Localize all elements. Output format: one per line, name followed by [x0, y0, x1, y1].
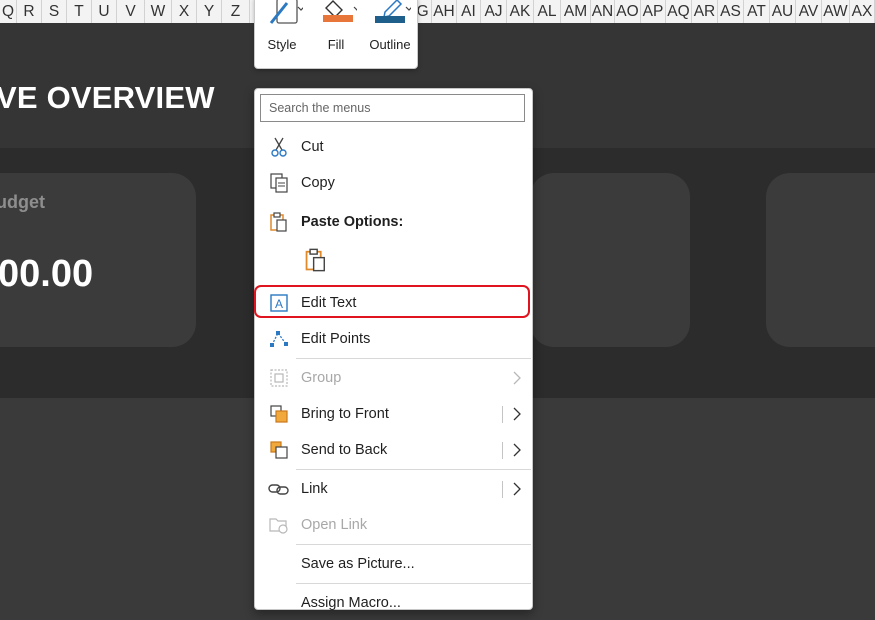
menu-item-paste-options: Paste Options:	[255, 205, 532, 239]
column-header[interactable]: AN	[591, 0, 615, 23]
column-header[interactable]: AL	[534, 0, 561, 23]
dashboard-title: VE OVERVIEW	[0, 80, 215, 115]
chevron-right-icon[interactable]	[512, 482, 522, 496]
menu-item-send-to-back[interactable]: Send to Back	[255, 433, 532, 467]
column-header[interactable]: W	[145, 0, 172, 23]
menu-item-label: Bring to Front	[301, 406, 389, 422]
open-link-icon	[269, 518, 288, 534]
menu-item-label: Cut	[301, 139, 324, 155]
paste-keep-formatting-icon[interactable]	[303, 247, 329, 273]
kpi-card-label: udget	[0, 192, 45, 212]
column-header[interactable]: AU	[770, 0, 796, 23]
column-header[interactable]: V	[117, 0, 145, 23]
column-header[interactable]: AS	[718, 0, 744, 23]
column-header[interactable]: U	[92, 0, 117, 23]
menu-item-label: Save as Picture...	[301, 556, 415, 572]
menu-item-bring-to-front[interactable]: Bring to Front	[255, 397, 532, 431]
menu-item-label: Assign Macro...	[301, 595, 401, 611]
column-header[interactable]: S	[42, 0, 67, 23]
menu-item-cut[interactable]: Cut	[255, 130, 532, 164]
column-header[interactable]: AW	[822, 0, 850, 23]
menu-separator	[296, 358, 531, 359]
paint-bucket-icon	[323, 0, 357, 22]
submenu-divider	[502, 442, 503, 459]
edit-points-icon	[270, 331, 288, 347]
column-header[interactable]: R	[17, 0, 42, 23]
column-header[interactable]: AQ	[666, 0, 692, 23]
menu-item-label: Send to Back	[301, 442, 388, 458]
scissors-icon	[271, 137, 287, 157]
edit-text-highlight	[254, 285, 530, 318]
column-header[interactable]: AV	[796, 0, 822, 23]
column-header[interactable]: AX	[850, 0, 875, 23]
chevron-right-icon	[513, 371, 521, 385]
column-header[interactable]: Z	[222, 0, 250, 23]
menu-search-input[interactable]: Search the menus	[260, 94, 525, 122]
column-header[interactable]: AJ	[481, 0, 507, 23]
menu-item-label: Copy	[301, 175, 335, 191]
kpi-card-value: 00.00	[0, 253, 94, 295]
menu-item-group[interactable]: Group	[255, 361, 532, 395]
column-header[interactable]: Q	[0, 0, 17, 23]
column-header[interactable]: AP	[641, 0, 666, 23]
column-header[interactable]: AT	[744, 0, 770, 23]
column-header[interactable]: AO	[615, 0, 641, 23]
menu-separator	[296, 583, 531, 584]
column-header[interactable]: AR	[692, 0, 718, 23]
menu-item-label: Group	[301, 370, 342, 386]
column-header[interactable]: AG	[416, 0, 432, 23]
pen-outline-icon	[375, 0, 411, 23]
submenu-divider	[502, 481, 503, 498]
menu-item-save-as-picture[interactable]: Save as Picture...	[255, 547, 532, 581]
fill-button[interactable]: Fill	[309, 0, 363, 68]
outline-label: Outline	[369, 37, 411, 52]
menu-item-label: Paste Options:	[301, 214, 404, 230]
column-header[interactable]: T	[67, 0, 92, 23]
chevron-right-icon[interactable]	[512, 407, 522, 421]
copy-icon	[270, 173, 288, 193]
column-header[interactable]: AI	[457, 0, 481, 23]
column-header[interactable]: AK	[507, 0, 534, 23]
menu-item-copy[interactable]: Copy	[255, 166, 532, 200]
menu-item-label: Link	[301, 481, 328, 497]
menu-item-assign-macro[interactable]: Assign Macro...	[255, 586, 532, 620]
menu-item-label: Edit Points	[301, 331, 371, 347]
bring-to-front-icon	[270, 405, 288, 423]
fill-label: Fill	[327, 37, 345, 52]
menu-item-link[interactable]: Link	[255, 472, 532, 506]
menu-separator	[296, 469, 531, 470]
shape-style-icon	[269, 0, 303, 24]
column-header[interactable]: AH	[432, 0, 457, 23]
kpi-card[interactable]	[530, 173, 690, 347]
group-icon	[270, 369, 288, 387]
column-header[interactable]: X	[172, 0, 197, 23]
submenu-divider	[502, 406, 503, 423]
menu-separator	[296, 544, 531, 545]
kpi-card[interactable]	[766, 173, 875, 347]
menu-item-open-link[interactable]: Open Link	[255, 508, 532, 542]
clipboard-icon	[270, 212, 287, 232]
menu-item-edit-points[interactable]: Edit Points	[255, 322, 532, 356]
style-button[interactable]: Style	[255, 0, 309, 68]
link-icon	[268, 484, 289, 495]
chevron-right-icon[interactable]	[512, 443, 522, 457]
send-to-back-icon	[270, 441, 288, 459]
context-menu: Search the menus Cut Copy Paste Options:	[254, 88, 533, 611]
column-header[interactable]: Y	[197, 0, 222, 23]
column-header[interactable]: AM	[561, 0, 591, 23]
column-header-bar: Q R S T U V W X Y Z AG AH AI AJ AK AL AM…	[0, 0, 875, 24]
outline-button[interactable]: Outline	[363, 0, 417, 68]
menu-item-label: Open Link	[301, 517, 368, 533]
mini-toolbar: Style Fill Outline	[254, 0, 418, 69]
style-label: Style	[267, 37, 297, 52]
